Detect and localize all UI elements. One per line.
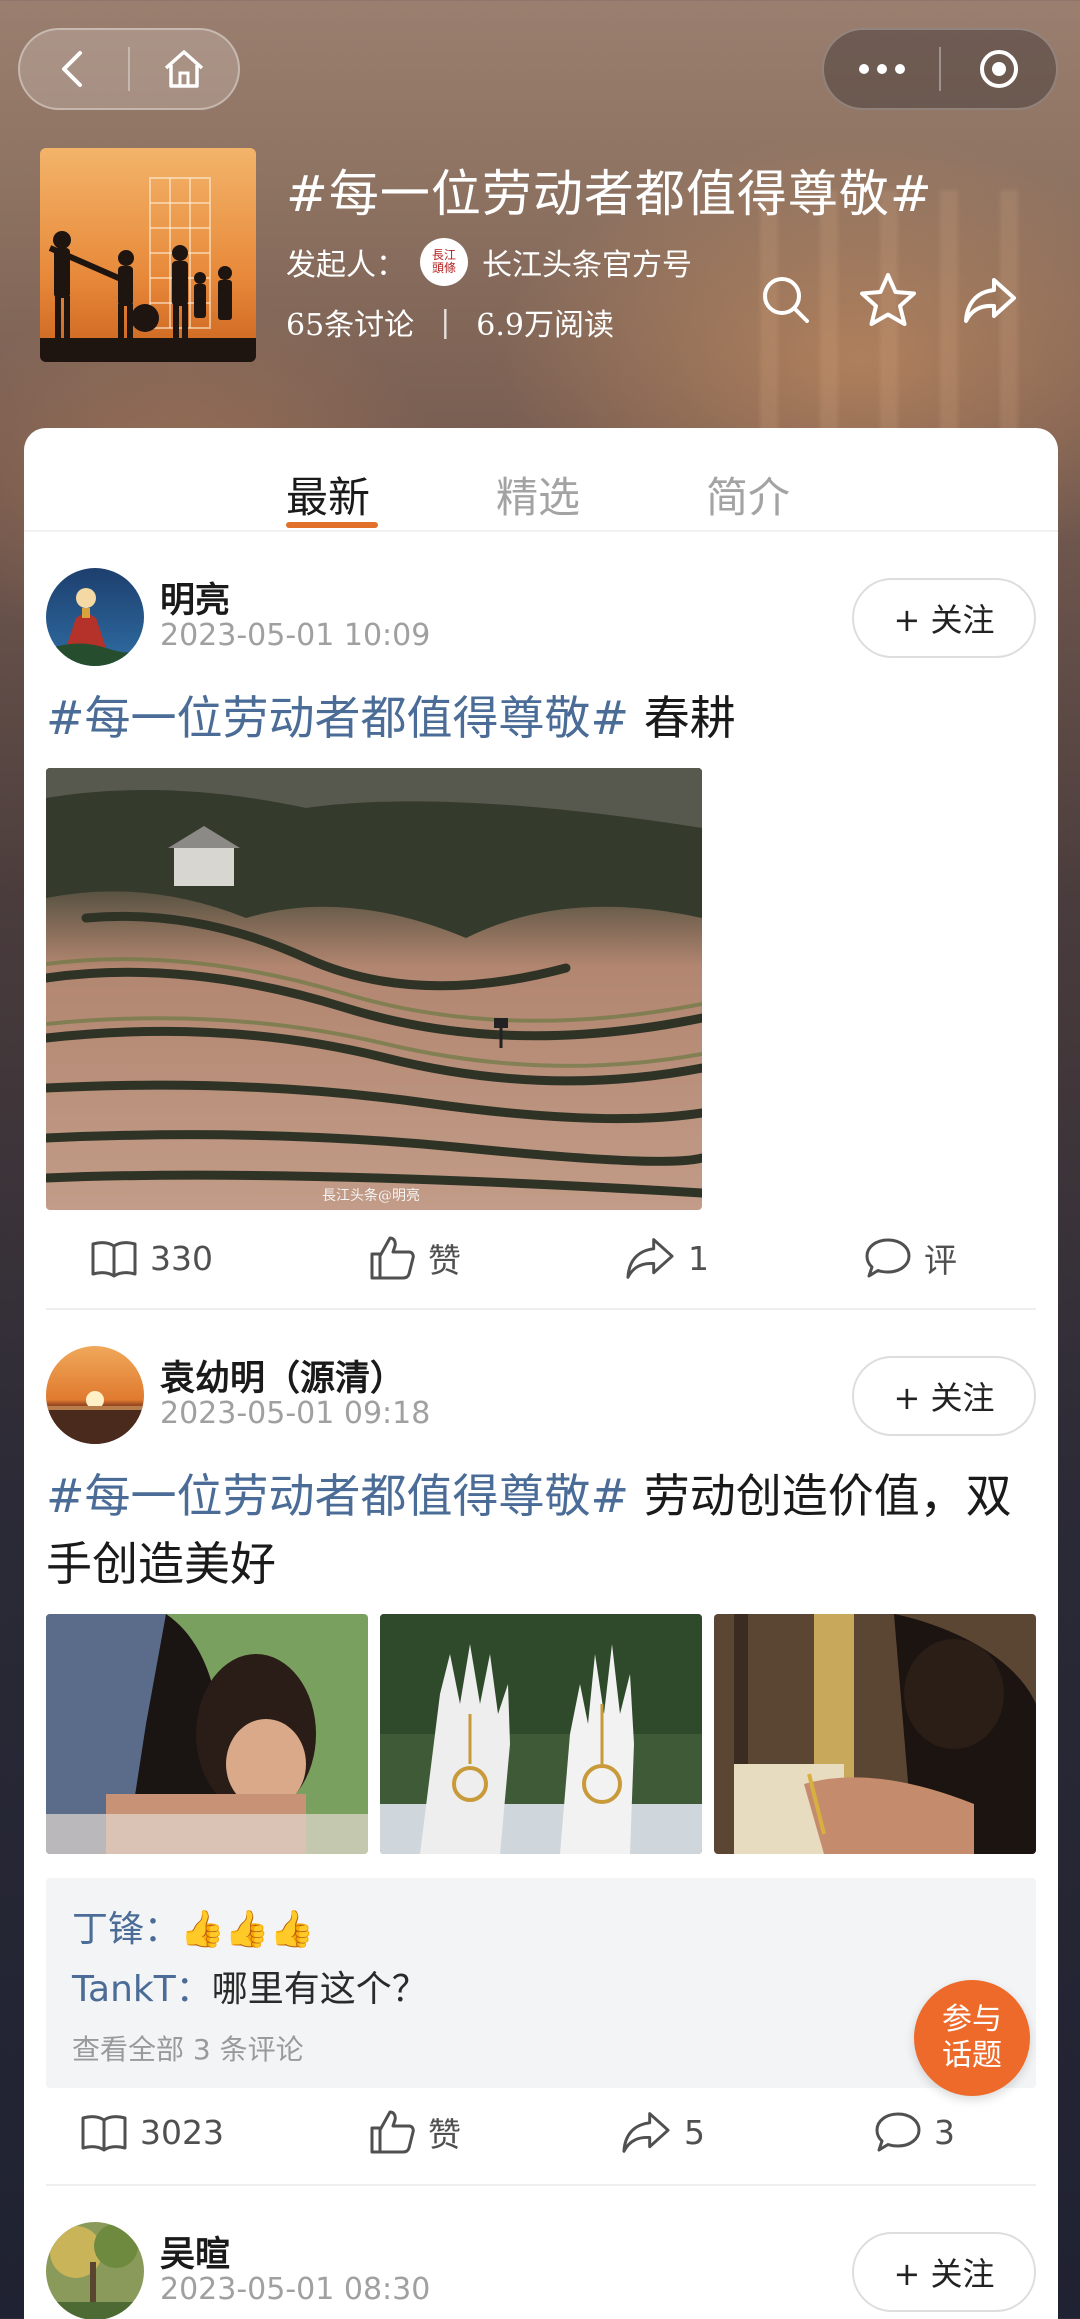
target-icon — [979, 50, 1018, 88]
more-button[interactable] — [824, 30, 939, 108]
topic-stats: 65条讨论 | 6.9万阅读 — [286, 300, 614, 344]
home-icon — [164, 50, 204, 88]
post-photo-2[interactable] — [380, 1614, 702, 1854]
back-arrow-icon — [62, 51, 82, 87]
post-actions: 330 赞 1 评 — [24, 1218, 1058, 1298]
stats-separator: | — [440, 304, 451, 340]
comment-bubble-icon — [875, 2112, 921, 2152]
photo-watermark: 長江头条@明亮 — [322, 1187, 420, 1204]
share-action[interactable]: 5 — [620, 2092, 705, 2172]
comment-action[interactable]: 3 — [874, 2092, 955, 2172]
tab-latest[interactable]: 最新 — [286, 464, 370, 525]
topic-content-card: 最新 精选 简介 明亮 2023-05-01 10:09 + 关注 #每一位劳动… — [24, 428, 1058, 2319]
author-name[interactable]: 吴暄 — [160, 2226, 230, 2277]
thumbs-up-icon — [370, 2110, 415, 2154]
avatar[interactable] — [46, 568, 144, 666]
favorite-button[interactable] — [858, 270, 918, 330]
tab-intro[interactable]: 简介 — [706, 464, 790, 525]
comment-label: 评 — [924, 1241, 957, 1280]
home-button[interactable] — [130, 30, 238, 108]
comment-action[interactable]: 评 — [864, 1218, 957, 1298]
post-actions: 3023 赞 5 3 — [24, 2092, 1058, 2172]
post-hashtag[interactable]: #每一位劳动者都值得尊敬# — [46, 691, 629, 745]
like-label: 赞 — [428, 2115, 461, 2154]
close-miniprogram-button[interactable] — [941, 30, 1056, 108]
thumbs-up-icon — [370, 1236, 415, 1280]
book-icon — [91, 1241, 137, 1278]
read-count: 330 — [150, 1238, 213, 1278]
avatar[interactable] — [46, 2222, 144, 2319]
author-name[interactable]: 袁幼明（源清） — [160, 1350, 405, 1401]
back-button[interactable] — [20, 30, 128, 108]
share-arrow-icon — [626, 1238, 674, 1279]
nav-capsule — [18, 28, 240, 110]
like-action[interactable]: 赞 — [368, 2092, 461, 2172]
initiator-logo[interactable]: 長江頭條 — [420, 238, 468, 286]
share-count: 5 — [684, 2112, 705, 2152]
post-hashtag[interactable]: #每一位劳动者都值得尊敬# — [46, 1469, 629, 1523]
follow-button[interactable]: + 关注 — [852, 578, 1036, 658]
topic-title: #每一位劳动者都值得尊敬# — [286, 165, 933, 223]
search-icon — [763, 277, 809, 323]
post-photo-3[interactable] — [714, 1614, 1036, 1854]
read-count: 6.9万阅读 — [476, 308, 615, 343]
comment-preview[interactable]: 丁锋：👍👍👍 TankT：哪里有这个？ 查看全部 3 条评论 — [46, 1878, 1036, 2088]
join-topic-line1: 参与 — [942, 2002, 1002, 2037]
share-count: 1 — [688, 1238, 709, 1278]
share-arrow-icon — [622, 2112, 670, 2153]
read-count-action[interactable]: 3023 — [80, 2092, 224, 2172]
active-tab-indicator — [286, 522, 378, 528]
read-count: 3023 — [140, 2112, 224, 2152]
join-topic-button[interactable]: 参与 话题 — [914, 1980, 1030, 2096]
post-body: 春耕 — [629, 691, 736, 745]
post-divider — [46, 2184, 1036, 2186]
post-photo-1[interactable] — [46, 1614, 368, 1854]
post-body-line2: 手创造美好 — [46, 1537, 276, 1591]
post-text[interactable]: #每一位劳动者都值得尊敬# 春耕 — [46, 684, 1036, 752]
like-action[interactable]: 赞 — [368, 1218, 461, 1298]
book-icon — [81, 2115, 127, 2152]
share-arrow-icon — [964, 278, 1016, 323]
post-text[interactable]: #每一位劳动者都值得尊敬# 劳动创造价值，双 手创造美好 — [46, 1462, 1036, 1598]
comment-text: 哪里有这个？ — [211, 1969, 428, 2010]
comment-item: 丁锋：👍👍👍 — [72, 1900, 315, 1952]
initiator-label: 发起人： — [286, 248, 406, 283]
like-label: 赞 — [428, 1241, 461, 1280]
comment-count: 3 — [934, 2112, 955, 2152]
follow-button[interactable]: + 关注 — [852, 1356, 1036, 1436]
commenter-name[interactable]: 丁锋： — [72, 1909, 180, 1950]
discussion-count: 65条讨论 — [286, 308, 415, 343]
initiator-name[interactable]: 长江头条官方号 — [482, 240, 692, 284]
commenter-name[interactable]: TankT： — [72, 1969, 212, 2010]
initiator-row: 发起人： 長江頭條 长江头条官方号 — [286, 236, 692, 288]
post-time: 2023-05-01 08:30 — [160, 2272, 431, 2307]
post-photo-terraces[interactable]: 長江头条@明亮 — [46, 768, 702, 1210]
star-icon — [860, 273, 916, 326]
post-body: 劳动创造价值，双 — [629, 1469, 1012, 1523]
menu-capsule — [822, 28, 1058, 110]
tab-featured[interactable]: 精选 — [496, 464, 580, 525]
join-topic-line2: 话题 — [942, 2038, 1002, 2073]
author-name[interactable]: 明亮 — [160, 572, 230, 623]
avatar[interactable] — [46, 1346, 144, 1444]
topic-cover-image — [40, 148, 256, 362]
comment-text: 👍👍👍 — [180, 1909, 315, 1950]
more-dots-icon — [858, 64, 905, 74]
comment-item: TankT：哪里有这个？ — [72, 1960, 428, 2012]
post-divider — [46, 1308, 1036, 1310]
tab-bar: 最新 精选 简介 — [24, 428, 1058, 532]
comment-bubble-icon — [865, 1238, 911, 1278]
post-time: 2023-05-01 10:09 — [160, 618, 431, 653]
logo-text: 長江頭條 — [431, 248, 456, 275]
follow-button[interactable]: + 关注 — [852, 2232, 1036, 2312]
read-count-action[interactable]: 330 — [90, 1218, 213, 1298]
share-button[interactable] — [960, 270, 1020, 330]
share-action[interactable]: 1 — [624, 1218, 709, 1298]
search-button[interactable] — [756, 270, 816, 330]
view-all-comments-link[interactable]: 查看全部 3 条评论 — [72, 2028, 304, 2068]
post-time: 2023-05-01 09:18 — [160, 1396, 431, 1431]
